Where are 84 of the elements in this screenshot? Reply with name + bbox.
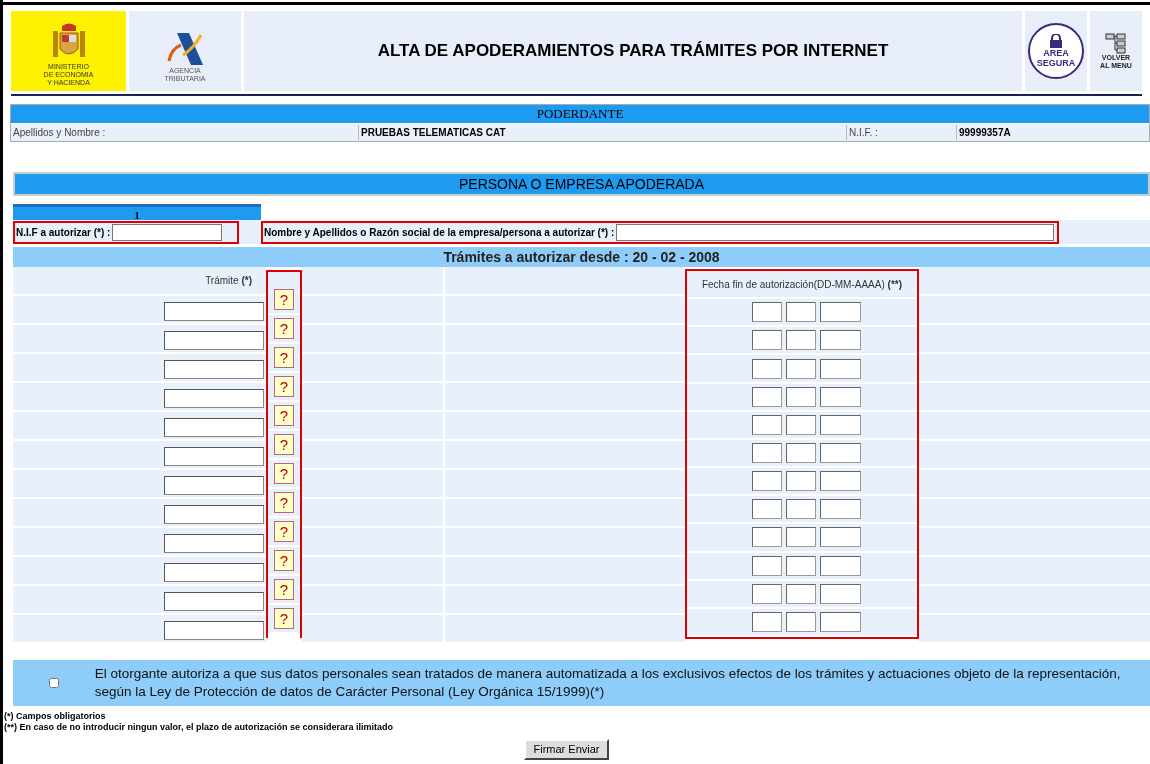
year-input[interactable] bbox=[819, 443, 861, 463]
field-label: N.I.F. : bbox=[847, 125, 957, 140]
agency-logo-icon bbox=[165, 31, 205, 67]
day-input[interactable] bbox=[751, 386, 782, 407]
year-input[interactable] bbox=[819, 499, 861, 520]
field-label: Apellidos y Nombre : bbox=[11, 125, 359, 140]
day-input[interactable] bbox=[751, 583, 782, 604]
help-button[interactable]: ? bbox=[274, 289, 294, 310]
tramite-input[interactable] bbox=[164, 534, 264, 553]
name-input[interactable] bbox=[616, 223, 1054, 241]
tramite-input[interactable] bbox=[164, 505, 264, 524]
submit-button[interactable]: Firmar Enviar bbox=[524, 739, 609, 760]
month-input[interactable] bbox=[785, 302, 816, 323]
help-button[interactable]: ? bbox=[274, 550, 294, 571]
day-input[interactable] bbox=[751, 471, 782, 492]
seal-text: AREA SEGURA bbox=[1035, 48, 1077, 68]
padlock-icon bbox=[1050, 34, 1062, 48]
month-input[interactable] bbox=[785, 414, 816, 435]
section-heading: PERSONA O EMPRESA APODERADA bbox=[458, 174, 705, 194]
tramite-input[interactable] bbox=[164, 563, 264, 582]
help-button[interactable]: ? bbox=[274, 579, 294, 600]
page-title: ALTA DE APODERAMIENTOS PARA TRÁMITES POR INTERNET bbox=[377, 40, 889, 63]
help-button[interactable]: ? bbox=[274, 434, 294, 455]
nif-input[interactable] bbox=[112, 223, 223, 241]
column-header: Fecha fin de autorización(DD-MM-AAAA) (**) bbox=[701, 277, 903, 292]
month-input[interactable] bbox=[785, 555, 816, 576]
month-input[interactable] bbox=[785, 386, 816, 407]
day-input[interactable] bbox=[751, 443, 782, 463]
help-button[interactable]: ? bbox=[274, 347, 294, 368]
month-input[interactable] bbox=[785, 499, 816, 520]
year-input[interactable] bbox=[819, 555, 861, 576]
footnote: (*) Campos obligatorios bbox=[4, 711, 107, 722]
year-input[interactable] bbox=[819, 414, 861, 435]
tramite-input[interactable] bbox=[164, 389, 264, 408]
tramite-input[interactable] bbox=[164, 302, 264, 321]
footnote: (**) En caso de no introducir ningun valor, el plazo de autorización se considerara ilimitado bbox=[4, 722, 395, 733]
tramite-input[interactable] bbox=[164, 331, 264, 350]
month-input[interactable] bbox=[785, 330, 816, 351]
help-button[interactable]: ? bbox=[274, 318, 294, 339]
day-input[interactable] bbox=[751, 330, 782, 351]
section-heading: PODERDANTE bbox=[11, 105, 1149, 123]
year-input[interactable] bbox=[819, 583, 861, 604]
day-input[interactable] bbox=[751, 611, 782, 632]
year-input[interactable] bbox=[819, 302, 861, 323]
day-input[interactable] bbox=[751, 414, 782, 435]
day-input[interactable] bbox=[751, 527, 782, 548]
year-input[interactable] bbox=[819, 358, 861, 379]
day-input[interactable] bbox=[751, 302, 782, 323]
month-input[interactable] bbox=[785, 611, 816, 632]
consent-text: El otorgante autoriza a que sus datos personales sean tratados de manera automatizada a los exclusivos efectos de los trámites y actuaciones objeto de la representación, según la Ley de Protección de datos de Carácter Personal (Ley Orgánica 15/1999)(*) bbox=[94, 665, 1122, 701]
month-input[interactable] bbox=[785, 471, 816, 492]
tramites-heading: Trámites a autorizar desde : 20 - 02 - 2008 bbox=[443, 247, 720, 267]
month-input[interactable] bbox=[785, 527, 816, 548]
help-button[interactable]: ? bbox=[274, 376, 294, 397]
day-input[interactable] bbox=[751, 499, 782, 520]
month-input[interactable] bbox=[785, 583, 816, 604]
field-value: PRUEBAS TELEMATICAS CAT bbox=[359, 125, 847, 140]
field-value: 99999357A bbox=[958, 126, 1012, 140]
month-input[interactable] bbox=[785, 443, 816, 463]
tramite-input[interactable] bbox=[164, 360, 264, 379]
year-input[interactable] bbox=[819, 611, 861, 632]
help-button[interactable]: ? bbox=[274, 492, 294, 513]
year-input[interactable] bbox=[819, 471, 861, 492]
column-header: Trámite (*) bbox=[205, 274, 252, 288]
help-button[interactable]: ? bbox=[274, 521, 294, 542]
person-tab[interactable]: 1 bbox=[13, 204, 261, 220]
month-input[interactable] bbox=[785, 358, 816, 379]
tramite-input[interactable] bbox=[164, 476, 264, 495]
field-label: Nombre y Apellidos o Razón social de la empresa/persona a autorizar (*) : bbox=[264, 225, 615, 240]
day-input[interactable] bbox=[751, 358, 782, 379]
help-button[interactable]: ? bbox=[274, 608, 294, 629]
tree-icon bbox=[1105, 32, 1127, 54]
year-input[interactable] bbox=[819, 330, 861, 351]
day-input[interactable] bbox=[751, 555, 782, 576]
help-button[interactable]: ? bbox=[274, 463, 294, 484]
tramite-input[interactable] bbox=[164, 418, 264, 437]
tramite-input[interactable] bbox=[164, 621, 264, 640]
consent-checkbox[interactable] bbox=[48, 678, 59, 688]
tramite-input[interactable] bbox=[164, 592, 264, 611]
year-input[interactable] bbox=[819, 386, 861, 407]
tramite-input[interactable] bbox=[164, 447, 264, 466]
field-label: N.I.F a autorizar (*) : bbox=[16, 225, 111, 240]
year-input[interactable] bbox=[819, 527, 861, 548]
help-button[interactable]: ? bbox=[274, 405, 294, 426]
